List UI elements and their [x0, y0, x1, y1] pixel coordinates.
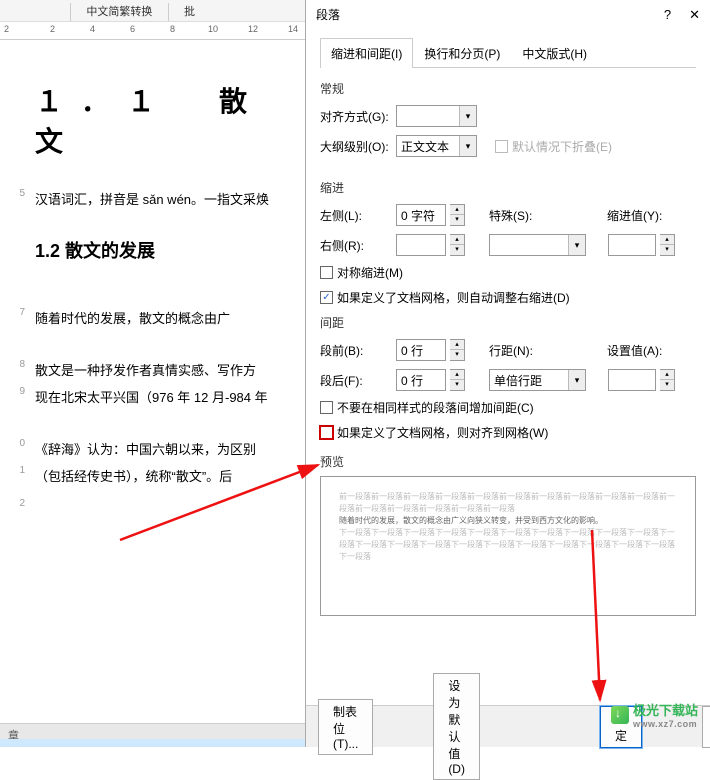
paragraph: （包括经传史书），统称“散文”。后	[35, 469, 232, 484]
alignment-combo[interactable]: ▾	[396, 105, 477, 127]
close-button[interactable]: ✕	[689, 0, 700, 30]
ruler-mark: 6	[130, 24, 135, 34]
document-content[interactable]: １．１ 散 文 5 汉语词汇，拼音是 sǎn wén。一指文采焕 1.2 散文的…	[35, 70, 305, 498]
alignment-input[interactable]	[397, 106, 459, 126]
set-default-button[interactable]: 设为默认值(D)	[433, 673, 480, 780]
line-number: 1	[5, 465, 25, 476]
mirror-indent-label: 对称缩进(M)	[337, 264, 403, 281]
snap-to-grid-checkbox[interactable]	[320, 426, 333, 439]
tab-chinese-typography[interactable]: 中文版式(H)	[511, 38, 598, 68]
ruler-mark: 2	[50, 24, 55, 34]
tabs-button[interactable]: 制表位(T)...	[318, 699, 373, 755]
paragraph: 现在北宋太平兴国（976 年 12 月-984 年	[35, 390, 268, 405]
section-general: 常规	[320, 80, 696, 97]
spinner[interactable]: ▴▾	[450, 234, 465, 256]
spinner[interactable]: ▴▾	[450, 204, 465, 226]
right-indent-input[interactable]	[396, 234, 446, 256]
paragraph-dialog: 段落 ? ✕ 缩进和间距(I) 换行和分页(P) 中文版式(H) 常规 对齐方式…	[305, 0, 710, 747]
horizontal-ruler[interactable]: 2 2 4 6 8 10 12 14	[0, 22, 310, 40]
preview-text-after: 下一段落下一段落下一段落下一段落下一段落下一段落下一段落下一段落下一段落下一段落…	[339, 527, 677, 563]
line-number: 7	[5, 307, 25, 318]
watermark-url: www.xz7.com	[633, 719, 698, 729]
toolbar: 中文简繁转换 批	[0, 0, 310, 22]
spacing-at-input[interactable]	[608, 369, 656, 391]
ruler-mark: 12	[248, 24, 258, 34]
section-spacing: 间距	[320, 314, 696, 331]
no-space-same-style-label: 不要在相同样式的段落间增加间距(C)	[337, 399, 534, 416]
line-number: 9	[5, 386, 25, 397]
collapse-checkbox	[495, 140, 508, 153]
help-button[interactable]: ?	[664, 0, 671, 30]
section-indent: 缩进	[320, 179, 696, 196]
download-icon	[611, 706, 629, 724]
snap-to-grid-label: 如果定义了文档网格，则对齐到网格(W)	[337, 424, 548, 441]
mirror-indent-checkbox[interactable]	[320, 266, 333, 279]
collapse-label: 默认情况下折叠(E)	[512, 138, 612, 155]
toolbar-item-convert[interactable]: 中文简繁转换	[74, 0, 164, 22]
task-bar-hint	[0, 739, 310, 747]
document-background: 中文简繁转换 批 2 2 4 6 8 10 12 14 １．１ 散 文 5 汉语…	[0, 0, 310, 747]
outline-level-input[interactable]	[397, 136, 459, 156]
alignment-label: 对齐方式(G):	[320, 108, 392, 125]
ruler-mark: 4	[90, 24, 95, 34]
tab-line-page-breaks[interactable]: 换行和分页(P)	[413, 38, 511, 68]
toolbar-item-comments[interactable]: 批	[172, 0, 207, 22]
chevron-down-icon[interactable]: ▾	[568, 235, 585, 255]
line-spacing-combo[interactable]: ▾	[489, 369, 586, 391]
paragraph: 汉语词汇，拼音是 sǎn wén。一指文采焕	[35, 192, 269, 207]
line-spacing-label: 行距(N):	[489, 342, 541, 359]
left-indent-label: 左侧(L):	[320, 207, 392, 224]
spinner[interactable]: ▴▾	[660, 369, 675, 391]
ruler-mark: 14	[288, 24, 298, 34]
ruler-mark: 8	[170, 24, 175, 34]
dialog-titlebar: 段落 ? ✕	[306, 0, 710, 30]
indent-by-label: 缩进值(Y):	[607, 207, 669, 224]
outline-level-combo[interactable]: ▾	[396, 135, 477, 157]
auto-right-indent-checkbox[interactable]	[320, 291, 333, 304]
chevron-down-icon[interactable]: ▾	[459, 136, 476, 156]
line-number: 0	[5, 438, 25, 449]
no-space-same-style-checkbox[interactable]	[320, 401, 333, 414]
spinner[interactable]: ▴▾	[450, 339, 465, 361]
heading-2: 1.2 散文的发展	[35, 237, 305, 263]
dialog-body: 缩进和间距(I) 换行和分页(P) 中文版式(H) 常规 对齐方式(G): ▾ …	[306, 30, 710, 626]
spinner[interactable]: ▴▾	[450, 369, 465, 391]
chevron-down-icon[interactable]: ▾	[568, 370, 585, 390]
special-indent-combo[interactable]: ▾	[489, 234, 586, 256]
paragraph: 散文是一种抒发作者真情实感、写作方	[35, 363, 256, 378]
line-number: 2	[5, 498, 25, 509]
line-number: 8	[5, 359, 25, 370]
ruler-mark: 2	[4, 24, 9, 34]
tab-indents-spacing[interactable]: 缩进和间距(I)	[320, 38, 413, 68]
paragraph: 《辞海》认为：中国六朝以来，为区别	[35, 442, 256, 457]
space-after-label: 段后(F):	[320, 372, 392, 389]
auto-right-indent-label: 如果定义了文档网格，则自动调整右缩进(D)	[337, 289, 570, 306]
preview-text-sample: 随着时代的发展，散文的概念由广义向狭义转变，并受到西方文化的影响。	[339, 515, 677, 527]
tab-strip: 缩进和间距(I) 换行和分页(P) 中文版式(H)	[320, 38, 696, 68]
indent-by-input[interactable]	[608, 234, 656, 256]
dialog-title: 段落	[316, 0, 340, 30]
spacing-at-label: 设置值(A):	[607, 342, 669, 359]
watermark: 极光下载站 www.xz7.com	[611, 700, 698, 729]
space-before-label: 段前(B):	[320, 342, 392, 359]
watermark-name: 极光下载站	[633, 700, 698, 719]
outline-level-label: 大纲级别(O):	[320, 138, 392, 155]
heading-1: １．１ 散 文	[35, 80, 305, 160]
ruler-mark: 10	[208, 24, 218, 34]
space-after-input[interactable]	[396, 369, 446, 391]
cancel-button[interactable]: 取消	[702, 706, 710, 748]
right-indent-label: 右侧(R):	[320, 237, 392, 254]
special-indent-label: 特殊(S):	[489, 207, 541, 224]
preview-text-before: 前一段落前一段落前一段落前一段落前一段落前一段落前一段落前一段落前一段落前一段落…	[339, 491, 677, 515]
left-indent-input[interactable]	[396, 204, 446, 226]
section-preview: 预览	[320, 453, 696, 470]
paragraph: 随着时代的发展，散文的概念由广	[35, 311, 230, 326]
line-number: 5	[5, 188, 25, 199]
chevron-down-icon[interactable]: ▾	[459, 106, 476, 126]
preview-box: 前一段落前一段落前一段落前一段落前一段落前一段落前一段落前一段落前一段落前一段落…	[320, 476, 696, 616]
space-before-input[interactable]	[396, 339, 446, 361]
spinner[interactable]: ▴▾	[660, 234, 675, 256]
